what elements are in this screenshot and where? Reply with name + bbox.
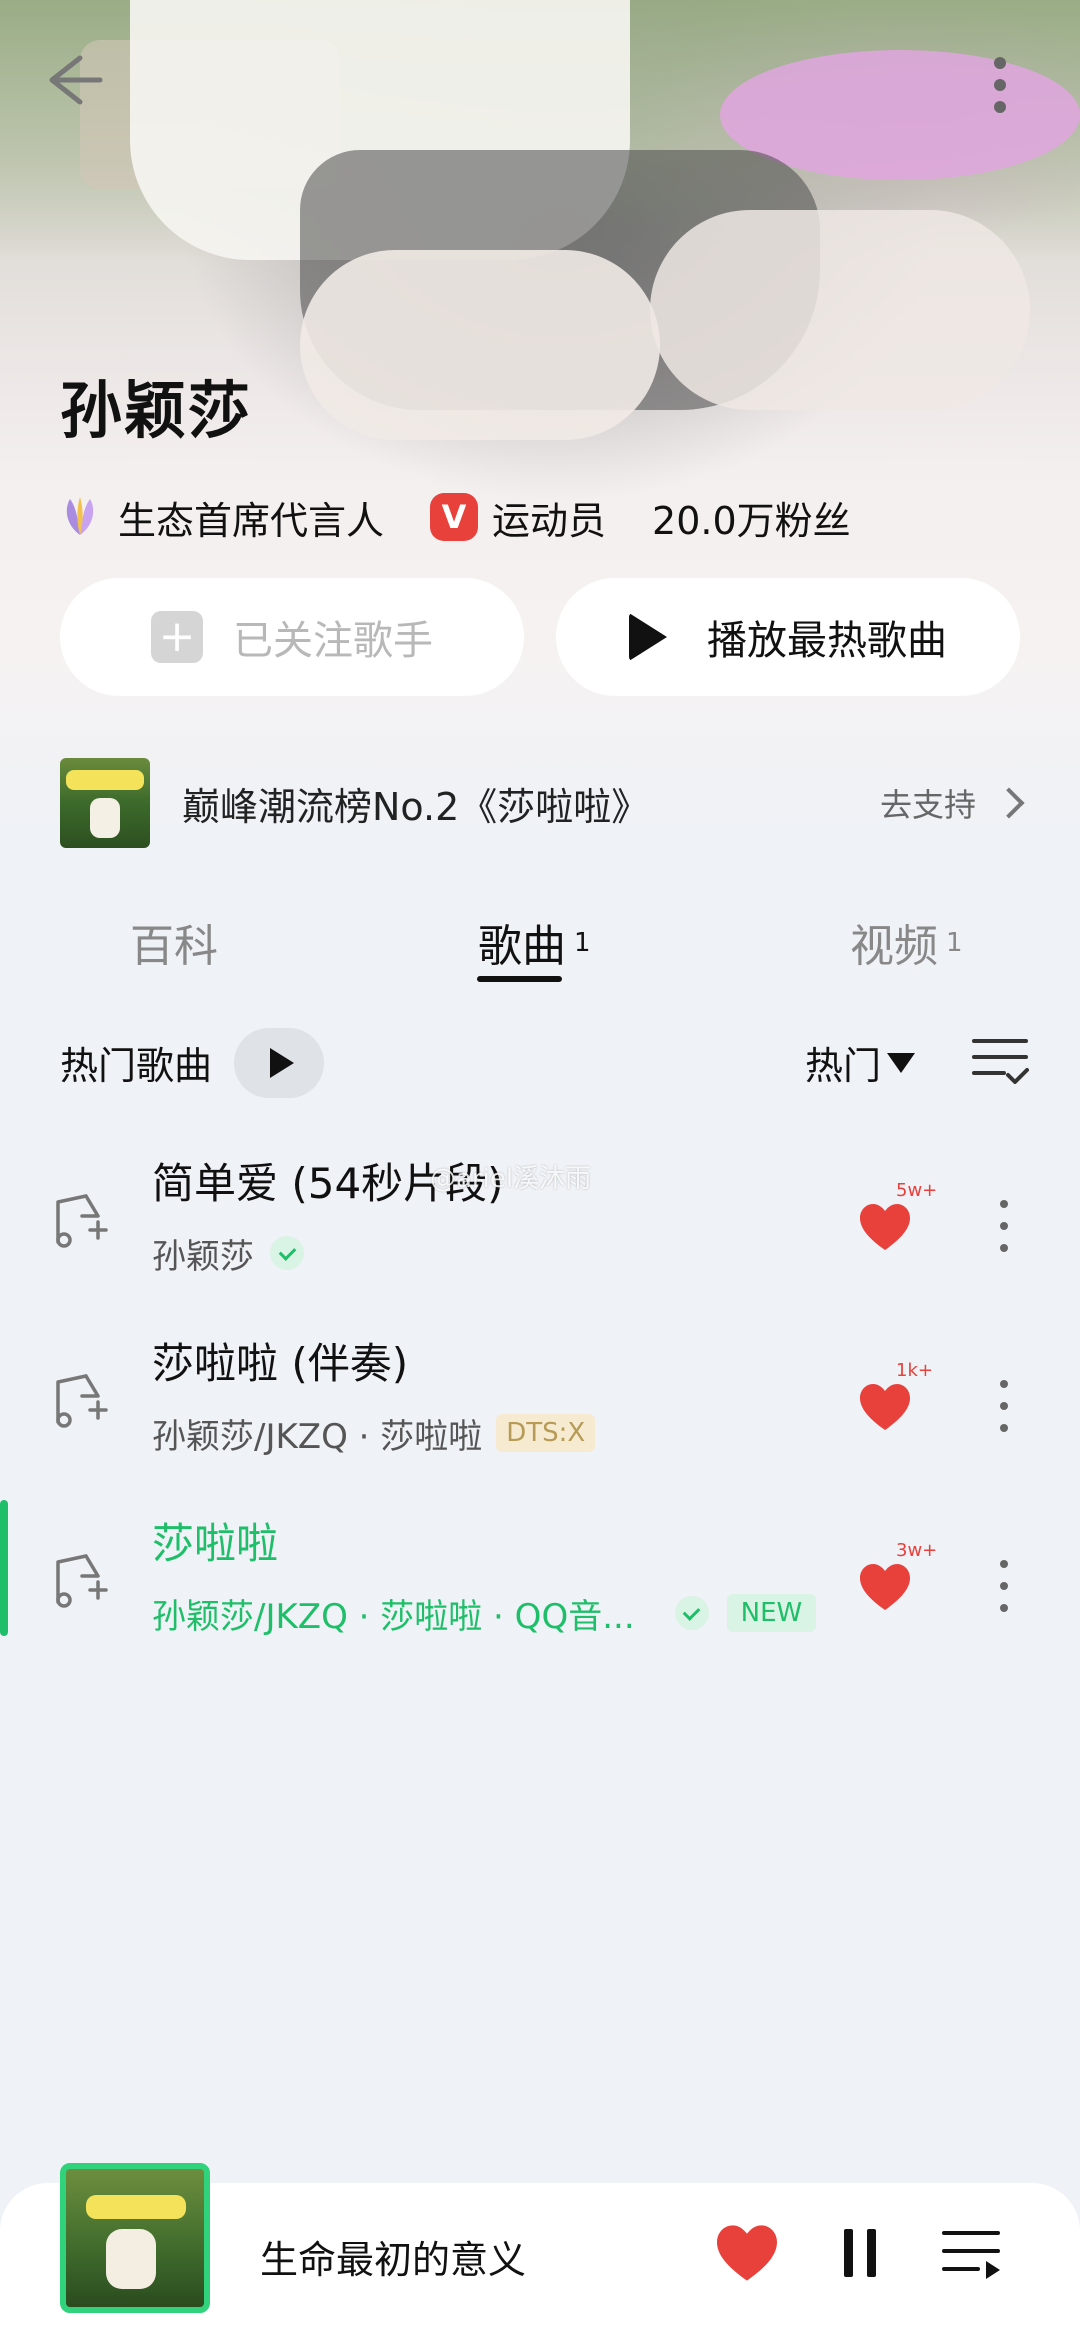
- heart-icon[interactable]: [858, 1562, 912, 1612]
- tab-videos[interactable]: 视频 1: [850, 910, 963, 974]
- verified-check-icon: [674, 1596, 709, 1630]
- dts-badge: DTS:X: [496, 1414, 596, 1452]
- tab-count: 1: [946, 928, 963, 958]
- song-row-playing[interactable]: 莎啦啦 孙颖莎/JKZQ · 莎啦啦 · QQ音... NEW 3w+: [0, 1500, 1080, 1680]
- tab-songs[interactable]: 歌曲 1: [478, 910, 591, 974]
- tab-bar: 百科 歌曲 1 视频 1: [0, 900, 1080, 990]
- chevron-right-icon: [993, 787, 1025, 819]
- hot-songs-header: 热门歌曲 热门: [60, 1025, 1040, 1100]
- tab-encyclopedia[interactable]: 百科: [130, 910, 218, 974]
- back-arrow-icon[interactable]: [30, 40, 110, 120]
- banner-support-link[interactable]: 去支持: [880, 780, 1025, 826]
- multi-select-list-icon[interactable]: [970, 1033, 1030, 1089]
- play-all-button[interactable]: [234, 1027, 325, 1098]
- song-meta: 孙颖莎/JKZQ · 莎啦啦 · QQ音... NEW: [152, 1588, 817, 1638]
- new-badge: NEW: [726, 1594, 817, 1632]
- caret-down-icon: [887, 1052, 916, 1073]
- watermark-text: @ariel溪沐雨: [430, 1164, 592, 1194]
- v-badge-icon: V: [430, 493, 479, 541]
- player-song-title: 生命最初的意义: [260, 2238, 527, 2282]
- song-title: 莎啦啦: [152, 1519, 279, 1568]
- play-icon: [270, 1047, 295, 1078]
- banner-thumbnail: [60, 758, 150, 848]
- pause-icon[interactable]: [842, 2227, 878, 2279]
- artist-name: 孙颖莎: [60, 374, 253, 447]
- plus-icon: +: [151, 611, 203, 663]
- artist-header: 孙颖莎 生态首席代言人 V 运动员 20.0万粉丝 + 已关注歌手 播放最热歌曲…: [0, 0, 1080, 848]
- add-to-playlist-icon[interactable]: [52, 1190, 108, 1250]
- song-artist[interactable]: 孙颖莎/JKZQ · 莎啦啦: [152, 1409, 482, 1458]
- add-to-playlist-icon[interactable]: [52, 1370, 108, 1430]
- fans-label: 20.0万粉丝: [652, 498, 851, 543]
- play-hot-songs-button[interactable]: 播放最热歌曲: [556, 578, 1020, 696]
- song-row[interactable]: 莎啦啦 (伴奏) 孙颖莎/JKZQ · 莎啦啦 DTS:X 1k+: [0, 1320, 1080, 1500]
- follow-button[interactable]: + 已关注歌手: [60, 578, 524, 696]
- banner-text: 巅峰潮流榜No.2《莎啦啦》: [182, 784, 650, 829]
- leaf-badge-icon: [66, 497, 94, 535]
- like-count: 5w+: [896, 1180, 938, 1201]
- follow-label: 已关注歌手: [233, 618, 433, 664]
- song-artist[interactable]: 孙颖莎/JKZQ · 莎啦啦 · QQ音...: [152, 1589, 635, 1638]
- more-vertical-icon[interactable]: [980, 45, 1020, 125]
- more-vertical-icon[interactable]: [998, 1376, 1010, 1436]
- tab-count: 1: [574, 928, 591, 958]
- more-vertical-icon[interactable]: [998, 1196, 1010, 1256]
- tag-endorsement[interactable]: 生态首席代言人: [60, 490, 384, 545]
- section-title: 热门歌曲: [60, 1044, 213, 1088]
- song-title: 莎啦啦 (伴奏): [152, 1339, 409, 1388]
- heart-icon[interactable]: [714, 2223, 780, 2283]
- tag-label: 运动员: [492, 498, 607, 543]
- tag-athlete[interactable]: V 运动员: [430, 490, 606, 545]
- chart-banner[interactable]: 巅峰潮流榜No.2《莎啦啦》 去支持: [60, 758, 1025, 848]
- fans-count[interactable]: 20.0万粉丝: [652, 490, 851, 545]
- playlist-queue-icon[interactable]: [940, 2227, 1002, 2281]
- song-meta: 孙颖莎: [152, 1228, 304, 1278]
- like-count: 3w+: [896, 1540, 938, 1561]
- verified-check-icon: [270, 1236, 304, 1270]
- heart-icon[interactable]: [858, 1202, 912, 1252]
- heart-icon[interactable]: [858, 1382, 912, 1432]
- add-to-playlist-icon[interactable]: [52, 1550, 108, 1610]
- sort-dropdown[interactable]: 热门: [805, 1035, 916, 1090]
- artist-tags: 生态首席代言人 V 运动员 20.0万粉丝: [60, 490, 897, 545]
- player-album-cover[interactable]: [60, 2163, 210, 2313]
- song-meta: 孙颖莎/JKZQ · 莎啦啦 DTS:X: [152, 1408, 596, 1458]
- more-vertical-icon[interactable]: [998, 1556, 1010, 1616]
- mini-player[interactable]: 生命最初的意义: [0, 2163, 1080, 2343]
- play-hot-label: 播放最热歌曲: [707, 618, 947, 664]
- tag-label: 生态首席代言人: [118, 498, 385, 543]
- play-icon: [629, 613, 667, 661]
- song-artist[interactable]: 孙颖莎: [152, 1229, 254, 1278]
- active-tab-indicator: [477, 976, 562, 982]
- like-count: 1k+: [896, 1360, 933, 1381]
